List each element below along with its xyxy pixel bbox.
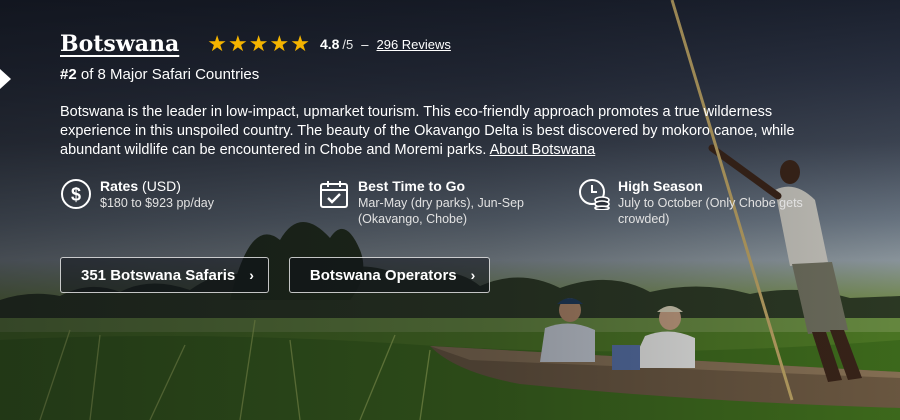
calendar-check-icon <box>320 181 348 208</box>
rank-number: #2 <box>60 66 77 83</box>
operators-button-label: Botswana Operators <box>309 266 457 284</box>
star-rating: ★ ★ ★ ★ ★ <box>207 33 310 55</box>
description-text: Botswana is the leader in low-impact, up… <box>60 104 795 158</box>
cta-buttons: 351 Botswana Safaris › Botswana Operator… <box>60 257 491 293</box>
safaris-button[interactable]: 351 Botswana Safaris › <box>60 257 269 293</box>
svg-text:$: $ <box>71 185 81 205</box>
fact-best-time: Best Time to Go Mar-May (dry parks), Jun… <box>318 178 538 227</box>
hero-banner: Botswana ★ ★ ★ ★ ★ 4.8 /5 – 296 Reviews … <box>0 0 900 420</box>
country-title-link[interactable]: Botswana <box>60 31 179 57</box>
clock-coins-icon <box>579 179 610 210</box>
reviews-link[interactable]: 296 Reviews <box>376 37 450 52</box>
rating-value: 4.8 <box>319 36 340 52</box>
fact-high-season: High Season July to October (Only Chobe … <box>578 178 840 227</box>
fact-best-time-value: Mar-May (dry parks), Jun-Sep (Okavango, … <box>358 196 525 226</box>
country-description: Botswana is the leader in low-impact, up… <box>60 103 830 160</box>
fact-best-time-title: Best Time to Go <box>358 178 466 194</box>
fact-rates-unit: (USD) <box>138 178 181 194</box>
about-country-link[interactable]: About Botswana <box>490 142 596 158</box>
chevron-right-icon: › <box>249 267 254 283</box>
chevron-right-icon: › <box>470 267 476 283</box>
star-icon: ★ <box>207 31 227 56</box>
rating-max: /5 <box>342 36 354 52</box>
star-icon: ★ <box>269 31 290 56</box>
dollar-icon: $ <box>61 179 91 209</box>
rank-line: #2 of 8 Major Safari Countries <box>60 66 840 83</box>
quick-facts: $ Rates (USD) $180 to $923 pp/day Best T… <box>60 178 840 238</box>
fact-high-season-value: July to October (Only Chobe gets crowded… <box>618 196 803 226</box>
title-row: Botswana ★ ★ ★ ★ ★ 4.8 /5 – 296 Reviews <box>60 28 840 60</box>
country-summary: Botswana ★ ★ ★ ★ ★ 4.8 /5 – 296 Reviews … <box>60 28 840 293</box>
fact-rates-title: Rates <box>100 178 139 194</box>
operators-button[interactable]: Botswana Operators › <box>288 257 491 293</box>
carousel-prev-arrow-icon[interactable] <box>0 69 11 89</box>
fact-rates-value: $180 to $923 pp/day <box>100 196 214 210</box>
rank-text: of 8 Major Safari Countries <box>76 66 260 83</box>
star-icon: ★ <box>228 31 248 56</box>
fact-rates: $ Rates (USD) $180 to $923 pp/day <box>60 178 300 211</box>
star-icon: ★ <box>248 31 269 56</box>
star-icon: ★ <box>290 31 310 56</box>
rating-separator: – <box>361 36 369 52</box>
fact-high-season-title: High Season <box>618 178 703 194</box>
safaris-button-label: 351 Botswana Safaris <box>81 266 236 284</box>
